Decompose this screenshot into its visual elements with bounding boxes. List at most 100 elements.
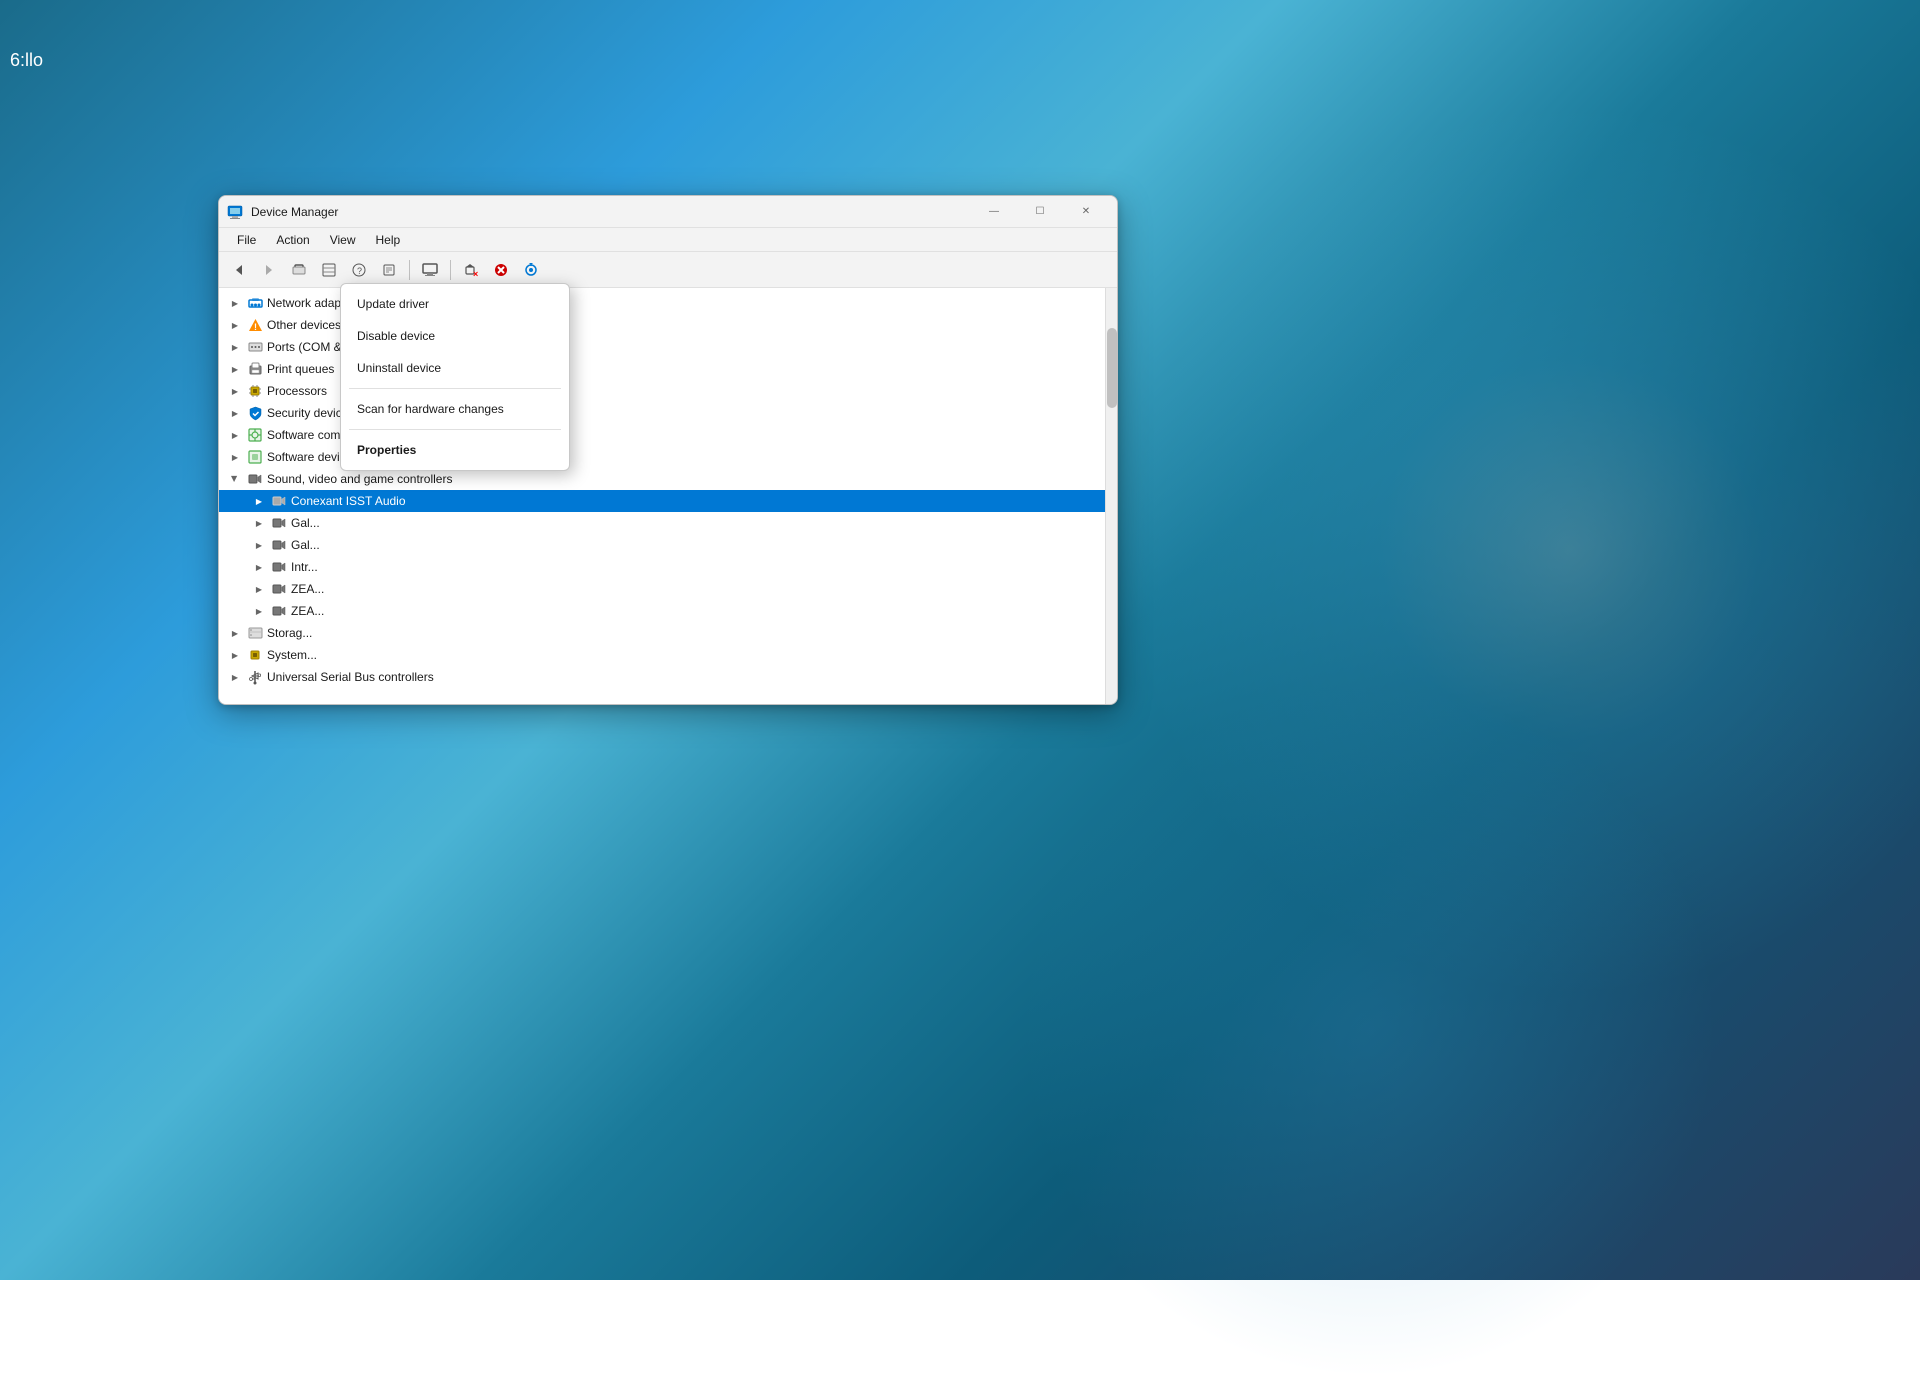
menu-help[interactable]: Help: [366, 231, 411, 249]
chevron-ports: ▶: [227, 339, 243, 355]
context-menu-item-properties[interactable]: Properties: [341, 434, 569, 466]
add-icon: ×: [464, 263, 478, 277]
toolbar-separator-1: [409, 260, 410, 280]
tree-label-print-queues: Print queues: [267, 362, 334, 376]
icon-security-devices: [247, 405, 263, 421]
chevron-software-components: ▶: [227, 427, 243, 443]
tree-label-storage: Storag...: [267, 626, 312, 640]
remove-icon: [494, 263, 508, 277]
scan-icon: [524, 263, 538, 277]
desktop: 6:llo Device Manager — ☐ ✕ F: [0, 0, 1920, 1280]
chevron-print-queues: ▶: [227, 361, 243, 377]
svg-text:?: ?: [357, 266, 362, 276]
vertical-scrollbar[interactable]: [1105, 288, 1117, 704]
chevron-other-devices: ▶: [227, 317, 243, 333]
window-icon: [227, 204, 243, 220]
toolbar-monitor-button[interactable]: [416, 256, 444, 284]
back-icon: [232, 263, 246, 277]
tree-label-processors: Processors: [267, 384, 327, 398]
scrollbar-thumb[interactable]: [1107, 328, 1117, 408]
icon-system: [247, 647, 263, 663]
tree-label-zea2: ZEA...: [291, 604, 324, 618]
tree-item-zea2[interactable]: ▶ ZEA...: [219, 600, 1105, 622]
icon-software-devices: [247, 449, 263, 465]
tree-item-gal2[interactable]: ▶ Gal...: [219, 534, 1105, 556]
maximize-button[interactable]: ☐: [1017, 196, 1063, 228]
bloom-decoration-2: [1020, 680, 1720, 1380]
context-menu-item-scan-hardware[interactable]: Scan for hardware changes: [341, 393, 569, 425]
help-icon: ?: [352, 263, 366, 277]
context-menu-separator-2: [349, 429, 561, 430]
tree-label-gal1: Gal...: [291, 516, 320, 530]
minimize-button[interactable]: —: [971, 196, 1017, 228]
icon-processors: [247, 383, 263, 399]
tree-item-storage[interactable]: ▶ Storag...: [219, 622, 1105, 644]
tree-item-system[interactable]: ▶ System...: [219, 644, 1105, 666]
svg-text:!: !: [254, 322, 257, 332]
menu-view[interactable]: View: [320, 231, 366, 249]
chevron-security-devices: ▶: [227, 405, 243, 421]
tree-item-usb[interactable]: ▶ Universal Serial Bus controllers: [219, 666, 1105, 688]
toolbar-forward-button[interactable]: [255, 256, 283, 284]
toolbar-back-button[interactable]: [225, 256, 253, 284]
tree-label-gal2: Gal...: [291, 538, 320, 552]
chevron-network-adapters: ▶: [227, 295, 243, 311]
icon-gal2: [271, 537, 287, 553]
icon-zea2: [271, 603, 287, 619]
chevron-conexant: ▶: [251, 493, 267, 509]
up-icon: [292, 263, 306, 277]
tree-item-gal1[interactable]: ▶ Gal...: [219, 512, 1105, 534]
chevron-processors: ▶: [227, 383, 243, 399]
properties-icon: [382, 263, 396, 277]
chevron-system: ▶: [227, 647, 243, 663]
toolbar-up-button[interactable]: [285, 256, 313, 284]
menu-file[interactable]: File: [227, 231, 266, 249]
close-button[interactable]: ✕: [1063, 196, 1109, 228]
toolbar-properties-button[interactable]: [375, 256, 403, 284]
chevron-zea2: ▶: [251, 603, 267, 619]
icon-print-queues: [247, 361, 263, 377]
icon-usb: [247, 669, 263, 685]
icon-sound-video: [247, 471, 263, 487]
icon-other-devices: !: [247, 317, 263, 333]
chevron-gal1: ▶: [251, 515, 267, 531]
menu-action[interactable]: Action: [266, 231, 319, 249]
icon-intel: [271, 559, 287, 575]
forward-icon: [262, 263, 276, 277]
toolbar-scan-button[interactable]: [517, 256, 545, 284]
toolbar-add-button[interactable]: ×: [457, 256, 485, 284]
view-icon: [322, 263, 336, 277]
tree-item-intel[interactable]: ▶ Intr...: [219, 556, 1105, 578]
toolbar-help-button[interactable]: ?: [345, 256, 373, 284]
icon-ports: [247, 339, 263, 355]
tree-label-system: System...: [267, 648, 317, 662]
chevron-zea1: ▶: [251, 581, 267, 597]
toolbar-view-button[interactable]: [315, 256, 343, 284]
chevron-software-devices: ▶: [227, 449, 243, 465]
context-menu-item-uninstall-device[interactable]: Uninstall device: [341, 352, 569, 384]
window-controls: — ☐ ✕: [971, 196, 1109, 228]
icon-software-components: [247, 427, 263, 443]
icon-zea1: [271, 581, 287, 597]
chevron-storage: ▶: [227, 625, 243, 641]
tree-label-conexant: Conexant ISST Audio: [291, 494, 406, 508]
context-menu: Update driver Disable device Uninstall d…: [340, 283, 570, 471]
tree-item-zea1[interactable]: ▶ ZEA...: [219, 578, 1105, 600]
tree-label-zea1: ZEA...: [291, 582, 324, 596]
svg-text:×: ×: [473, 269, 478, 277]
toolbar-remove-button[interactable]: [487, 256, 515, 284]
tree-label-usb: Universal Serial Bus controllers: [267, 670, 434, 684]
taskbar-clock: 6:llo: [10, 50, 43, 71]
tree-label-sound-video: Sound, video and game controllers: [267, 472, 452, 486]
tree-item-sound-video[interactable]: ▶ Sound, video and game controllers: [219, 468, 1105, 490]
context-menu-item-disable-device[interactable]: Disable device: [341, 320, 569, 352]
window-title: Device Manager: [251, 205, 971, 219]
context-menu-item-update-driver[interactable]: Update driver: [341, 288, 569, 320]
chevron-usb: ▶: [227, 669, 243, 685]
tree-item-conexant[interactable]: ▶ Conexant ISST Audio: [219, 490, 1105, 512]
chevron-gal2: ▶: [251, 537, 267, 553]
icon-storage: [247, 625, 263, 641]
icon-gal1: [271, 515, 287, 531]
context-menu-separator-1: [349, 388, 561, 389]
tree-label-other-devices: Other devices: [267, 318, 341, 332]
